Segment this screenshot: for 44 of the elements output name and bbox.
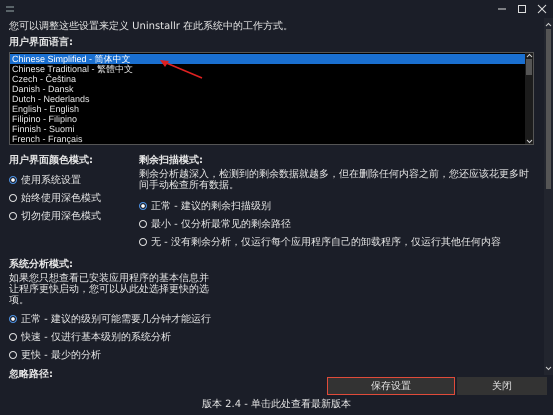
scroll-down-icon[interactable]	[526, 139, 532, 144]
scroll-down-icon[interactable]	[545, 366, 552, 371]
option-label: 更快 - 最少的分析	[21, 348, 101, 362]
scroll-thumb[interactable]	[546, 29, 551, 189]
language-item[interactable]: Chinese Simplified - 简体中文	[10, 54, 525, 64]
maximize-icon[interactable]	[517, 4, 527, 14]
option-label: 快速 - 仅进行基本级别的系统分析	[21, 330, 171, 344]
language-item[interactable]: Danish - Dansk	[10, 84, 525, 94]
language-item[interactable]: Filipino - Filipino	[10, 114, 525, 124]
language-item[interactable]: English - English	[10, 104, 525, 114]
description-text: 如果您只想查看已安装应用程序的基本信息并让程序更快启动，您可以从此处选择更快的选项。	[9, 273, 210, 306]
language-item[interactable]: French - Français	[10, 134, 525, 144]
option-label: 切勿使用深色模式	[21, 210, 101, 223]
annotation-arrow	[158, 58, 204, 80]
language-item[interactable]: Chinese Traditional - 繁體中文	[10, 64, 525, 74]
close-icon[interactable]	[537, 4, 547, 14]
radio-button[interactable]	[9, 176, 17, 184]
version-link[interactable]: 版本 2.4 - 单击此处查看最新版本	[202, 399, 352, 410]
section-heading: 用户界面颜色模式:	[9, 154, 94, 167]
section-heading: 系统分析模式:	[9, 258, 74, 271]
scrollbar[interactable]	[544, 18, 553, 375]
scroll-up-icon[interactable]	[545, 22, 552, 27]
section-heading: 用户界面语言:	[9, 36, 74, 49]
scroll-up-icon[interactable]	[526, 53, 532, 58]
radio-button[interactable]	[139, 202, 147, 210]
option-label: 使用系统设置	[21, 174, 81, 187]
intro-text: 您可以调整这些设置来定义 Uninstallr 在此系统中的工作方式。	[9, 20, 294, 33]
close-button[interactable]: 关闭	[457, 377, 547, 395]
section-heading: 忽略路径:	[9, 368, 54, 381]
section-heading: 剩余扫描模式:	[139, 154, 204, 167]
option-label: 始终使用深色模式	[21, 192, 101, 205]
language-item[interactable]: Dutch - Nederlands	[10, 94, 525, 104]
option-label: 无 - 没有剩余分析，仅运行每个应用程序自己的卸载程序，仅运行其他任何内容	[151, 236, 501, 249]
scroll-thumb[interactable]	[526, 59, 532, 75]
save-button[interactable]: 保存设置	[327, 377, 455, 395]
language-item[interactable]: Czech - Čeština	[10, 74, 525, 84]
language-item[interactable]: Finnish - Suomi	[10, 124, 525, 134]
option-label: 最小 - 仅分析最常见的剩余路径	[151, 218, 291, 231]
list-scrollbar[interactable]	[525, 53, 533, 144]
radio-button[interactable]	[9, 315, 17, 323]
option-label: 正常 - 建议的级别可能需要几分钟才能运行	[21, 312, 211, 326]
option-label: 正常 - 建议的剩余扫描级别	[151, 200, 271, 213]
menu-icon[interactable]	[6, 6, 14, 12]
description-text: 剩余分析越深入，检测到的剩余数据就越多，但在删除任何内容之前，您还应该花更多时间手动检查所有数据。	[139, 169, 530, 191]
